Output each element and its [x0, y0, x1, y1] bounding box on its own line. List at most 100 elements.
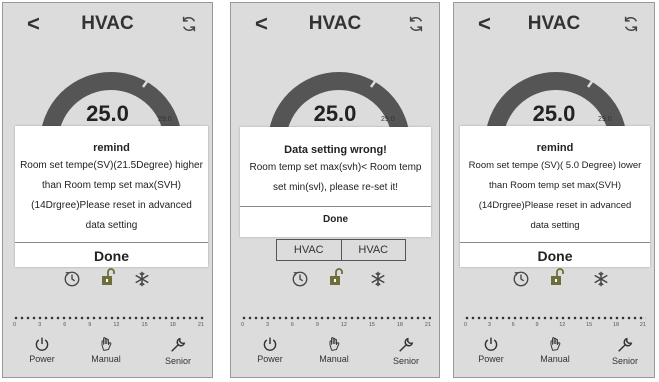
- senior-button[interactable]: Senior: [600, 336, 650, 366]
- bottom-nav: Power Manual Senior: [454, 336, 654, 376]
- senior-button[interactable]: Senior: [381, 336, 431, 366]
- phone-screen-1: < HVAC 25.0 29.0 0 3 6 9 12 15 18 21 Pow…: [2, 2, 213, 378]
- bottom-nav: Power Manual Senior: [3, 336, 212, 376]
- remind-dialog: remind Room set tempe (SV)( 5.0 Degree) …: [460, 126, 650, 267]
- error-dialog: Data setting wrong! Room temp set max(sv…: [240, 127, 431, 237]
- dialog-line: data setting: [85, 220, 138, 231]
- snowflake-icon[interactable]: [592, 270, 610, 288]
- timer-icon[interactable]: [63, 270, 81, 288]
- senior-label: Senior: [611, 356, 638, 366]
- timer-icon[interactable]: [512, 270, 530, 288]
- tick-label: 0: [464, 322, 468, 328]
- done-button[interactable]: Done: [460, 243, 650, 269]
- schedule-timeline[interactable]: 0 3 6 9 12 15 18 21: [241, 316, 431, 334]
- refresh-icon[interactable]: [180, 15, 198, 33]
- wrench-icon: [399, 337, 414, 352]
- senior-button[interactable]: Senior: [153, 336, 203, 366]
- tick-label: 9: [535, 322, 539, 328]
- remind-dialog: remind Room set tempe(SV)(21.5Degree) hi…: [15, 126, 208, 267]
- tick-label: 3: [487, 322, 491, 328]
- tick-label: 12: [113, 322, 120, 328]
- timer-icon[interactable]: [291, 270, 309, 288]
- dialog-line: than Room temp set max(SVH): [42, 180, 181, 191]
- refresh-icon[interactable]: [407, 15, 425, 33]
- tick-label: 21: [639, 322, 646, 328]
- tick-label: 18: [169, 322, 176, 328]
- tick-label: 6: [511, 322, 515, 328]
- snowflake-icon[interactable]: [133, 270, 151, 288]
- mode-icons-row: [231, 268, 439, 292]
- power-icon: [263, 337, 277, 351]
- manual-label: Manual: [91, 354, 121, 364]
- done-button[interactable]: Done: [15, 243, 208, 269]
- tick-label: 21: [424, 322, 431, 328]
- tick-label: 21: [197, 322, 204, 328]
- max-temp-label: 29.0: [381, 116, 395, 123]
- power-icon: [484, 337, 498, 351]
- lock-icon[interactable]: [99, 268, 119, 288]
- wrench-icon: [171, 337, 186, 352]
- dialog-line: than Room temp set max(SVH): [489, 180, 621, 191]
- snowflake-icon[interactable]: [369, 270, 387, 288]
- tick-label: 18: [396, 322, 403, 328]
- tick-label: 6: [63, 322, 67, 328]
- manual-button[interactable]: Manual: [530, 336, 580, 364]
- tick-label: 15: [368, 322, 375, 328]
- power-button[interactable]: Power: [17, 336, 67, 364]
- schedule-timeline[interactable]: 0 3 6 9 12 15 18 21: [13, 316, 204, 334]
- tick-label: 18: [613, 322, 620, 328]
- tick-label: 3: [265, 322, 270, 328]
- power-icon: [35, 337, 49, 351]
- temperature-value: 25.0: [532, 101, 576, 126]
- manual-label: Manual: [319, 354, 349, 364]
- dialog-title: remind: [536, 142, 574, 154]
- tick-label: 12: [559, 322, 566, 328]
- power-button[interactable]: Power: [466, 336, 516, 364]
- tick-label: 15: [141, 322, 148, 328]
- hand-icon: [550, 337, 561, 351]
- hand-icon: [329, 337, 340, 351]
- dialog-line: data setting: [530, 220, 580, 231]
- refresh-icon[interactable]: [622, 15, 640, 33]
- tick-label: 9: [88, 322, 92, 328]
- schedule-timeline[interactable]: 0 3 6 9 12 15 18 21: [464, 316, 646, 334]
- tick-label: 15: [586, 322, 593, 328]
- manual-button[interactable]: Manual: [309, 336, 359, 364]
- power-label: Power: [478, 354, 504, 364]
- hvac-button-group: HVAC HVAC: [276, 239, 406, 261]
- mode-icons-row: [3, 268, 212, 292]
- dialog-line: (14Drgree)Please reset in advanced: [478, 200, 632, 211]
- hand-icon: [101, 337, 112, 351]
- lock-icon[interactable]: [548, 268, 568, 288]
- max-temp-label: 29.0: [598, 116, 612, 123]
- manual-button[interactable]: Manual: [81, 336, 131, 364]
- hvac-button-1[interactable]: HVAC: [276, 239, 342, 261]
- temperature-value: 25.0: [86, 101, 129, 126]
- dialog-title: Data setting wrong!: [284, 144, 387, 156]
- dialog-line: Room temp set max(svh)< Room temp: [249, 162, 422, 173]
- dialog-line: Room set tempe(SV)(21.5Degree) higher: [20, 160, 203, 171]
- mode-icons-row: [454, 268, 654, 292]
- tick-label: 9: [315, 322, 319, 328]
- manual-label: Manual: [540, 354, 570, 364]
- dialog-line: set min(svl), please re-set it!: [272, 182, 399, 193]
- power-label: Power: [257, 354, 283, 364]
- dialog-line: Room set tempe (SV)( 5.0 Degree) lower: [468, 160, 642, 171]
- phone-screen-2: < HVAC 25.0 29.0 HVAC HVAC 0 3 6 9 12 15…: [230, 2, 440, 378]
- dialog-line: (14Drgree)Please reset in advanced: [31, 200, 192, 211]
- tick-label: 0: [241, 322, 245, 328]
- tick-label: 12: [340, 322, 347, 328]
- hvac-button-2[interactable]: HVAC: [341, 239, 406, 261]
- wrench-icon: [618, 337, 633, 352]
- tick-label: 0: [13, 322, 17, 328]
- senior-label: Senior: [164, 356, 191, 366]
- bottom-nav: Power Manual Senior: [231, 336, 439, 376]
- lock-icon[interactable]: [327, 268, 347, 288]
- max-temp-label: 29.0: [158, 116, 172, 123]
- done-button[interactable]: Done: [240, 207, 431, 233]
- tick-label: 3: [38, 322, 42, 328]
- temperature-value: 25.0: [313, 101, 357, 126]
- power-label: Power: [29, 354, 55, 364]
- power-button[interactable]: Power: [245, 336, 295, 364]
- dialog-title: remind: [93, 142, 130, 154]
